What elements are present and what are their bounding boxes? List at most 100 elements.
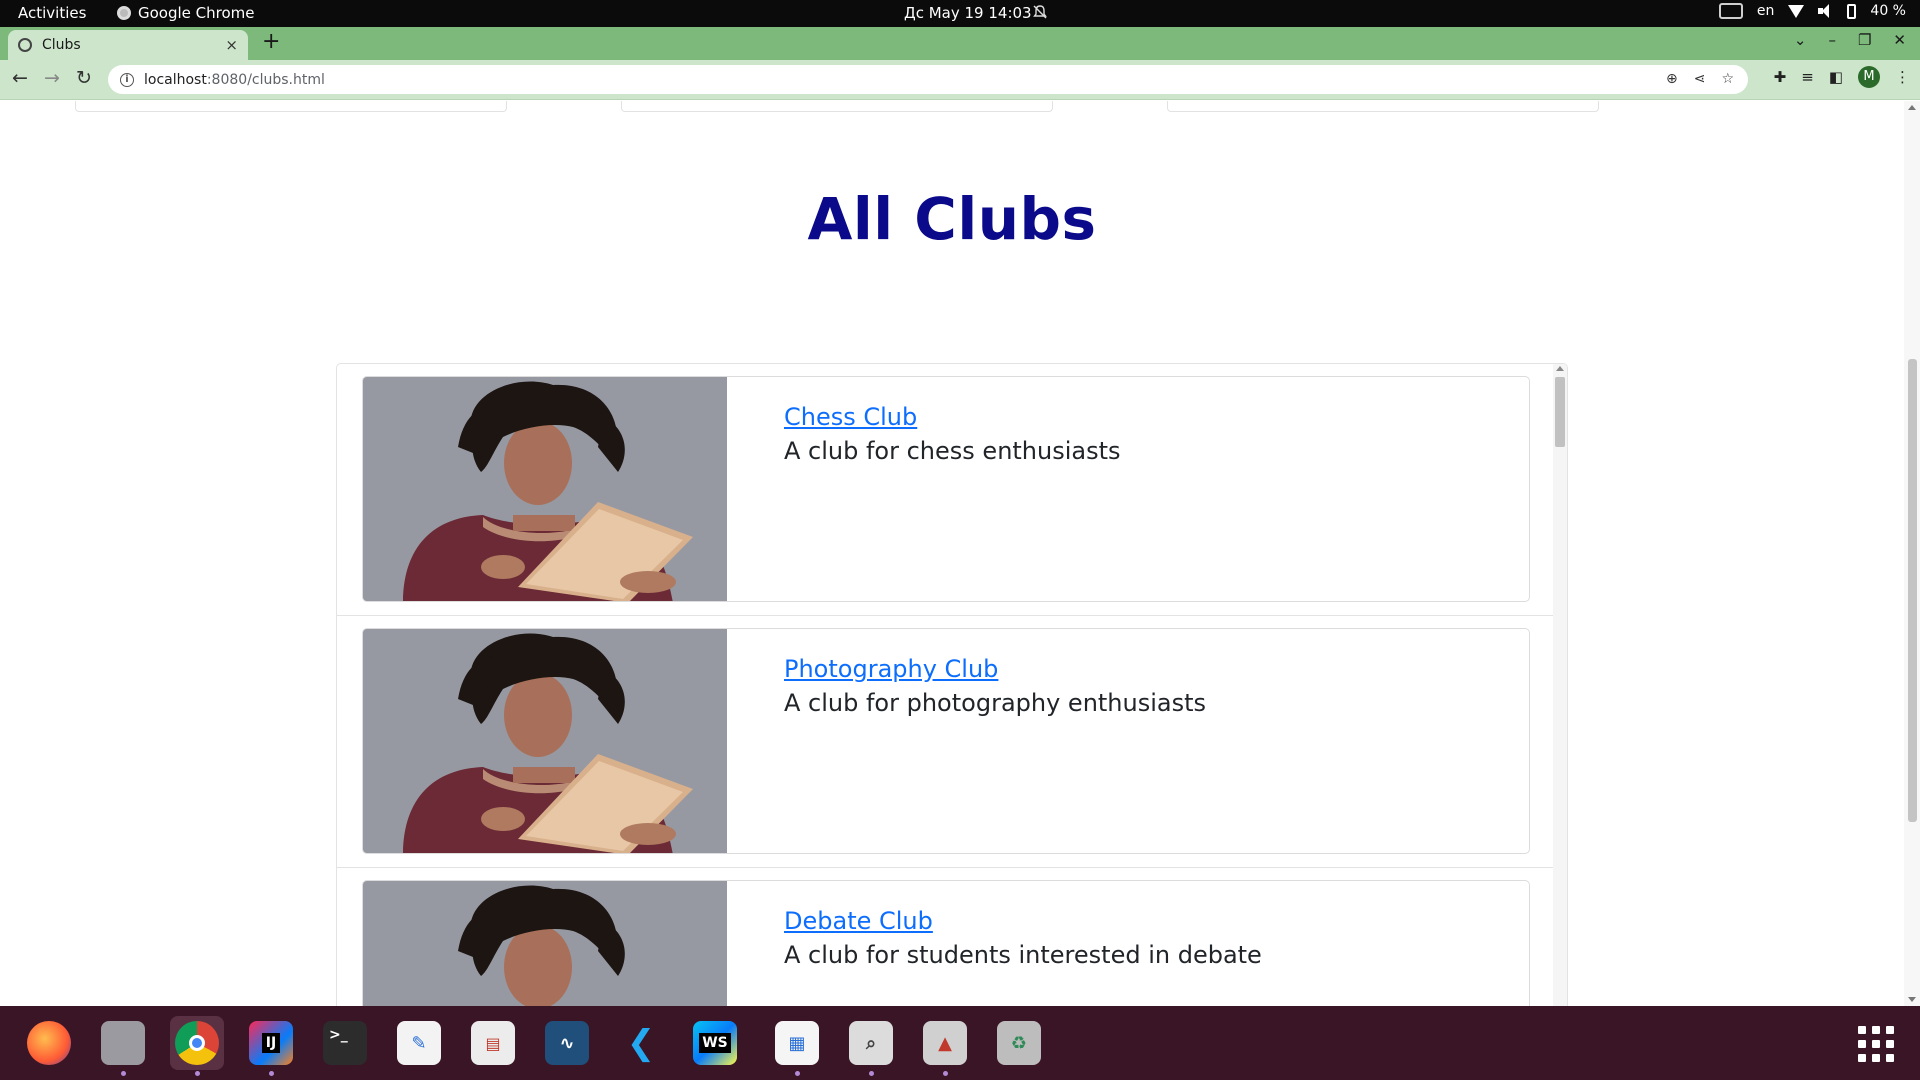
dock-item-writer[interactable]: ▦ xyxy=(770,1016,824,1076)
new-tab-button[interactable]: + xyxy=(262,29,280,54)
clubs-list-panel[interactable]: Chess Club A club for chess enthusiasts xyxy=(336,363,1568,1006)
text-editor-icon: ✎ xyxy=(397,1021,441,1065)
mysql-workbench-icon: ∿ xyxy=(545,1021,589,1065)
scroll-up-arrow-icon[interactable] xyxy=(1908,105,1916,110)
volume-icon[interactable] xyxy=(1818,4,1833,18)
previous-card-edge xyxy=(621,101,1053,112)
side-panel-icon[interactable]: ◧ xyxy=(1829,68,1843,86)
page-title: All Clubs xyxy=(807,185,1097,253)
dock-item-intellij[interactable]: IJ xyxy=(244,1016,298,1076)
dock-item-webstorm[interactable]: WS xyxy=(688,1016,742,1070)
club-photo xyxy=(363,629,727,853)
chrome-icon xyxy=(175,1021,219,1065)
minimize-icon[interactable]: – xyxy=(1828,31,1836,49)
dock-item-firefox[interactable] xyxy=(22,1016,76,1070)
bookmark-star-icon[interactable]: ☆ xyxy=(1721,71,1734,87)
reload-icon[interactable]: ↻ xyxy=(76,67,92,89)
club-info: Chess Club A club for chess enthusiasts xyxy=(784,403,1121,465)
extensions-icon[interactable]: ✚ xyxy=(1774,68,1787,86)
page-scrollbar-thumb[interactable] xyxy=(1908,359,1917,822)
dock-item-mysql-workbench[interactable]: ∿ xyxy=(540,1016,594,1070)
club-list-item: Chess Club A club for chess enthusiasts xyxy=(337,364,1555,616)
site-info-icon[interactable]: i xyxy=(120,72,134,87)
club-photo xyxy=(363,881,727,1006)
club-list-item: Photography Club A club for photography … xyxy=(337,616,1555,868)
running-indicator xyxy=(269,1071,274,1076)
zoom-icon[interactable]: ⊕ xyxy=(1666,71,1678,87)
club-description: A club for photography enthusiasts xyxy=(784,689,1207,717)
dock-item-chrome[interactable] xyxy=(170,1016,224,1076)
trash-icon: ♻ xyxy=(997,1021,1041,1065)
club-card: Photography Club A club for photography … xyxy=(362,628,1530,854)
close-window-icon[interactable]: ✕ xyxy=(1893,31,1906,49)
url-host: localhost xyxy=(144,71,207,88)
running-indicator xyxy=(195,1071,200,1076)
running-indicator xyxy=(943,1071,948,1076)
battery-icon[interactable] xyxy=(1847,3,1857,19)
forward-arrow-icon[interactable]: → xyxy=(44,67,60,89)
club-name-link[interactable]: Photography Club xyxy=(784,655,1206,683)
dock-item-terminal[interactable]: >_ xyxy=(318,1016,372,1070)
running-indicator xyxy=(795,1071,800,1076)
dock-item-java-app[interactable]: ▲ xyxy=(918,1016,972,1076)
system-tray[interactable]: en 40 % xyxy=(1718,3,1906,19)
clubs-list-scrollbar[interactable] xyxy=(1553,364,1567,1006)
scrollbar-thumb[interactable] xyxy=(1555,377,1565,447)
firefox-icon xyxy=(27,1021,71,1065)
wifi-icon[interactable] xyxy=(1788,4,1805,18)
running-indicator xyxy=(869,1071,874,1076)
vscode-icon: ❮ xyxy=(626,1023,656,1063)
scroll-up-arrow-icon[interactable] xyxy=(1556,366,1564,371)
club-photo xyxy=(363,377,727,601)
language-indicator[interactable]: en xyxy=(1757,3,1775,19)
java-app-icon: ▲ xyxy=(923,1021,967,1065)
clock[interactable]: Дс May 19 14:03 xyxy=(904,4,1032,22)
activities-button[interactable]: Activities xyxy=(18,4,86,22)
club-info: Photography Club A club for photography … xyxy=(784,655,1206,717)
club-name-link[interactable]: Chess Club xyxy=(784,403,1121,431)
globe-icon xyxy=(18,38,32,52)
restore-icon[interactable]: ❐ xyxy=(1858,31,1871,49)
back-arrow-icon[interactable]: ← xyxy=(12,67,28,89)
dock-item-image-viewer[interactable]: ⌕ xyxy=(844,1016,898,1076)
url-path: :8080/clubs.html xyxy=(206,71,325,88)
club-card: Chess Club A club for chess enthusiasts xyxy=(362,376,1530,602)
files-icon xyxy=(101,1021,145,1065)
system-top-bar: Activities Google Chrome Дс May 19 14:03… xyxy=(0,0,1920,27)
writer-icon: ▦ xyxy=(775,1021,819,1065)
dock-item-files[interactable] xyxy=(96,1016,150,1076)
dock-item-trash[interactable]: ♻ xyxy=(992,1016,1046,1070)
image-viewer-icon: ⌕ xyxy=(849,1021,893,1065)
dock-item-vscode[interactable]: ❮ xyxy=(614,1016,668,1070)
tab-close-icon[interactable]: × xyxy=(225,36,238,54)
battery-percentage: 40 % xyxy=(1870,3,1906,19)
dock-item-text-editor[interactable]: ✎ xyxy=(392,1016,446,1070)
share-icon[interactable]: ⋖ xyxy=(1694,71,1706,87)
dock-item-document-viewer[interactable]: ▤ xyxy=(466,1016,520,1070)
application-dock: IJ >_ ✎ ▤ ∿ ❮ WS ▦ ⌕ ▲ ♻ xyxy=(0,1006,1920,1080)
profile-avatar[interactable]: M xyxy=(1858,66,1880,88)
previous-card-edge xyxy=(1167,101,1599,112)
app-menu-label: Google Chrome xyxy=(138,4,255,22)
omnibox-actions: ⊕ ⋖ ☆ xyxy=(1666,71,1734,87)
tab-clubs[interactable]: Clubs × xyxy=(8,30,248,60)
intellij-icon: IJ xyxy=(249,1021,293,1065)
club-description: A club for chess enthusiasts xyxy=(784,437,1121,465)
page-scrollbar[interactable] xyxy=(1904,101,1920,1006)
tab-title: Clubs xyxy=(42,37,81,53)
address-bar[interactable]: i localhost:8080/clubs.html ⊕ ⋖ ☆ xyxy=(108,65,1748,94)
tab-search-icon[interactable]: ⌄ xyxy=(1794,31,1807,49)
chrome-app-icon xyxy=(117,6,131,20)
app-menu[interactable]: Google Chrome xyxy=(117,4,255,22)
browser-toolbar: ← → ↻ i localhost:8080/clubs.html ⊕ ⋖ ☆ … xyxy=(0,60,1920,100)
cast-icon[interactable] xyxy=(1718,3,1743,19)
chrome-menu-icon[interactable]: ⋮ xyxy=(1895,68,1910,86)
scroll-down-arrow-icon[interactable] xyxy=(1908,997,1916,1002)
page-viewport: All Clubs Chess Club A club for chess en… xyxy=(0,101,1920,1006)
media-controls-icon[interactable]: ≡ xyxy=(1801,68,1814,86)
club-description: A club for students interested in debate xyxy=(784,941,1262,969)
notifications-off-icon[interactable] xyxy=(1032,4,1048,24)
show-applications-icon[interactable] xyxy=(1858,1026,1894,1062)
webstorm-icon: WS xyxy=(693,1021,737,1065)
club-name-link[interactable]: Debate Club xyxy=(784,907,1262,935)
